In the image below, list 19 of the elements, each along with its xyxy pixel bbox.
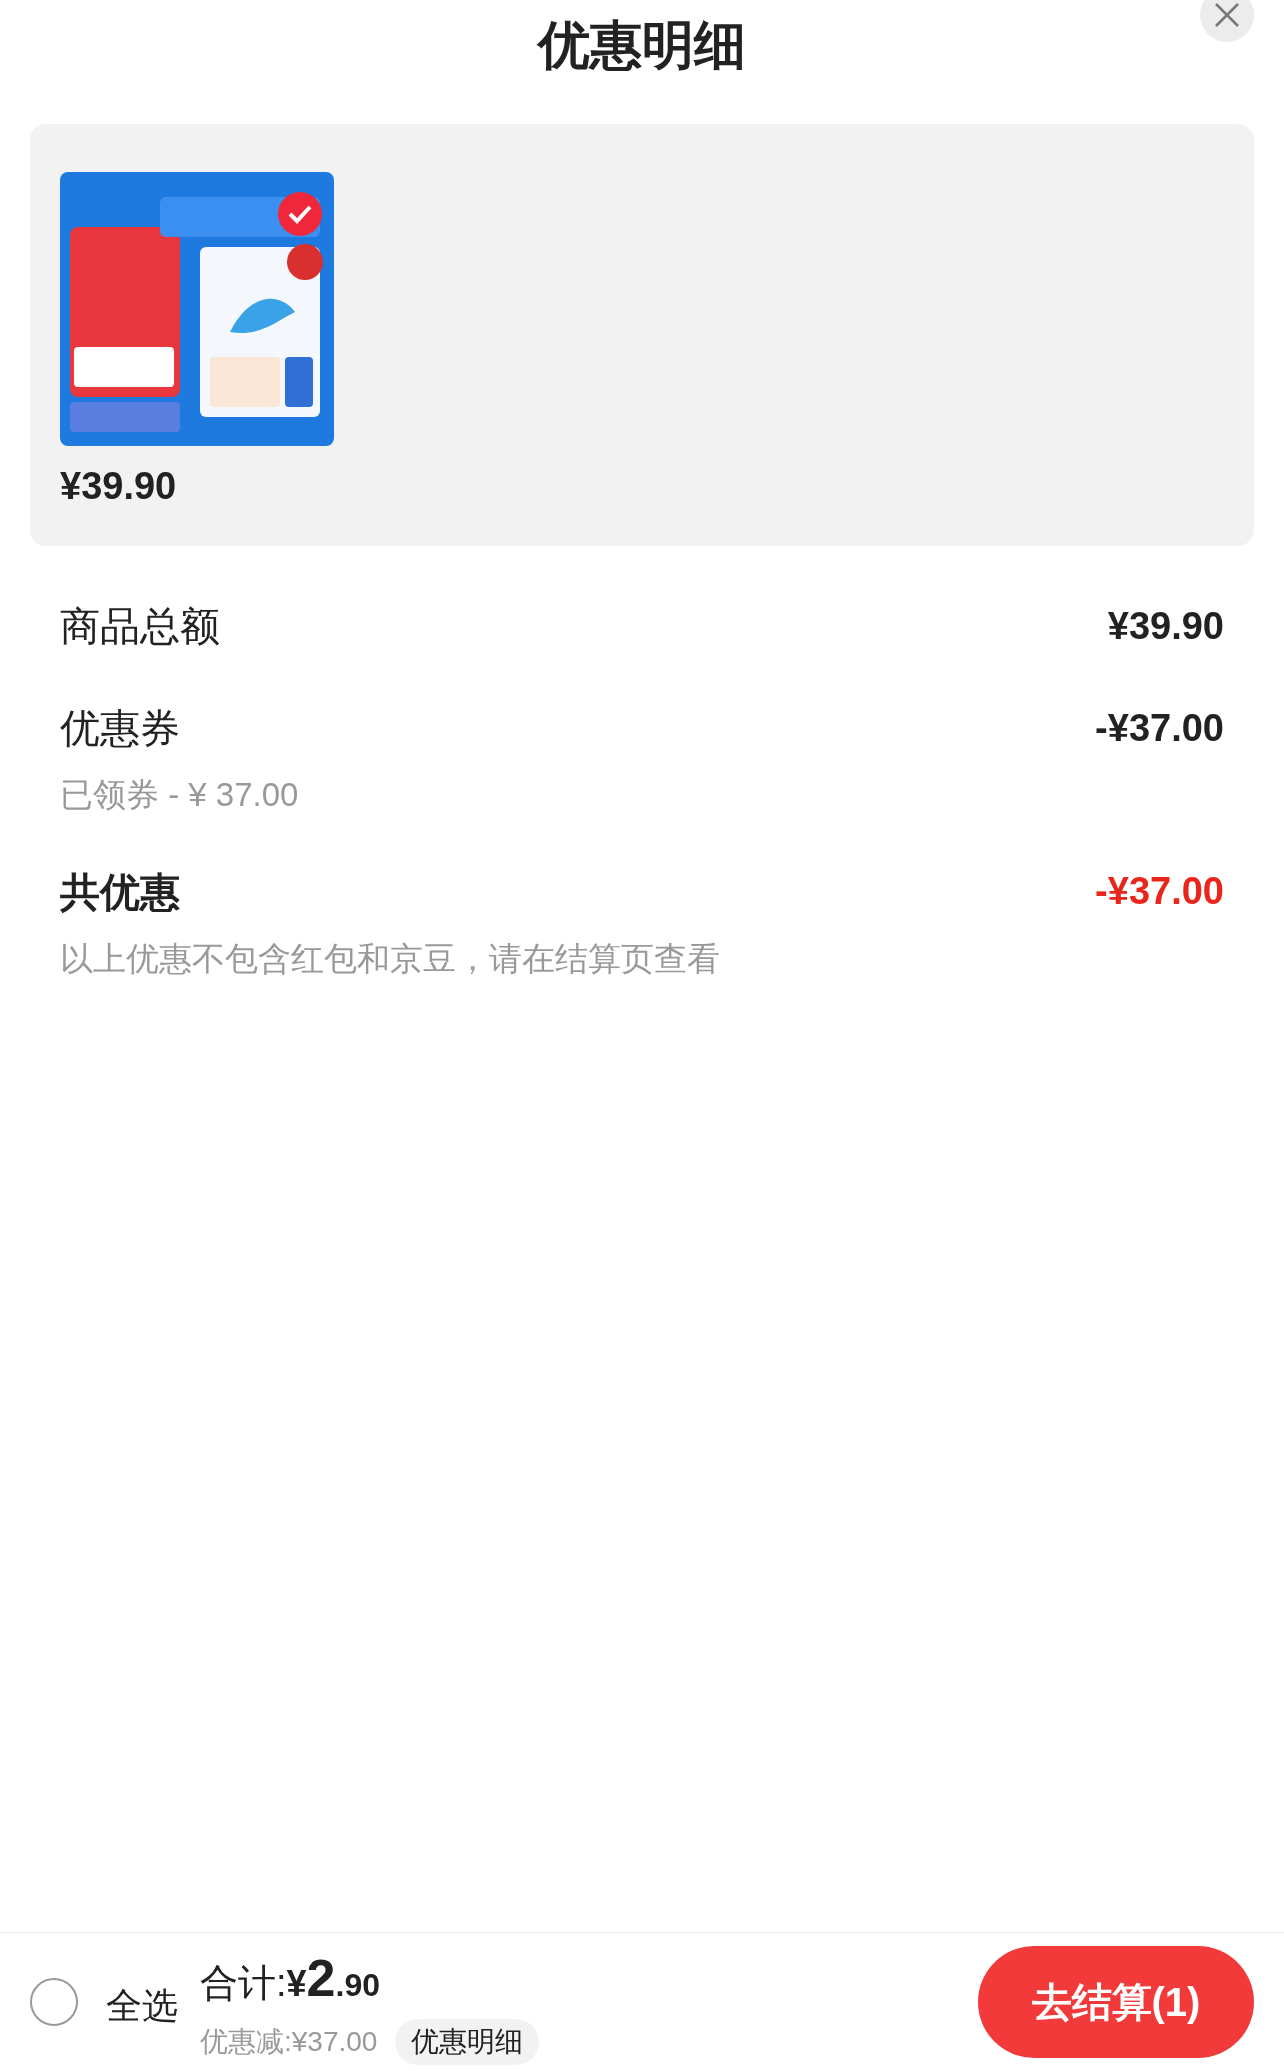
product-price: ¥39.90 bbox=[60, 464, 177, 509]
row-amount: -¥37.00 bbox=[1095, 869, 1224, 914]
discount-text: 优惠减:¥37.00 bbox=[200, 2025, 378, 2059]
total-label: 合计: bbox=[200, 1961, 287, 2006]
row-amount: ¥39.90 bbox=[1107, 603, 1224, 649]
row-label: 共优惠 bbox=[60, 868, 180, 916]
select-all-label: 全选 bbox=[106, 1984, 178, 2028]
close-icon bbox=[1213, 1, 1241, 29]
row-amount: -¥37.00 bbox=[1095, 705, 1224, 751]
dialog-title: 优惠明细 bbox=[538, 15, 746, 76]
row-label: 优惠券 bbox=[60, 705, 180, 752]
checkout-button[interactable]: 去结算(1) bbox=[978, 1946, 1254, 2058]
row-note: 以上优惠不包含红包和京豆，请在结算页查看 bbox=[60, 938, 720, 979]
row-note: 已领券 - ¥ 37.00 bbox=[60, 775, 299, 815]
total-price: ¥2.90 bbox=[286, 1948, 380, 2009]
select-all-checkbox[interactable] bbox=[30, 1978, 78, 2026]
row-label: 商品总额 bbox=[60, 603, 220, 650]
close-button[interactable] bbox=[1200, 0, 1254, 42]
discount-detail-button[interactable]: 优惠明细 bbox=[395, 2019, 540, 2065]
